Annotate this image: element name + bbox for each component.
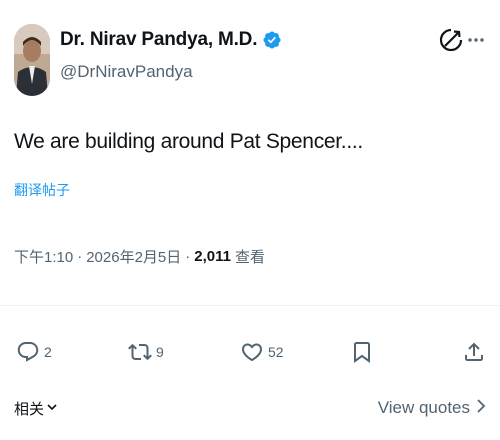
display-name[interactable]: Dr. Nirav Pandya, M.D. xyxy=(60,29,257,51)
tweet-text: We are building around Pat Spencer.... xyxy=(14,130,363,153)
chevron-down-icon xyxy=(46,400,58,417)
tweet-header: Dr. Nirav Pandya, M.D. @DrNiravPandya xyxy=(14,20,486,100)
bookmark-icon xyxy=(354,342,370,363)
reply-count: 2 xyxy=(44,344,52,360)
avatar-image xyxy=(14,24,50,96)
like-icon xyxy=(241,343,263,362)
repost-button[interactable]: 9 xyxy=(128,330,164,374)
grok-icon[interactable] xyxy=(438,27,464,53)
chevron-right-icon xyxy=(476,398,486,418)
repost-icon xyxy=(128,343,152,361)
verified-badge-icon xyxy=(262,30,282,50)
share-icon xyxy=(465,342,483,361)
related-label: 相关 xyxy=(14,401,45,418)
reply-button[interactable]: 2 xyxy=(16,330,52,374)
handle[interactable]: @DrNiravPandya xyxy=(60,62,282,82)
post-time[interactable]: 下午1:10 xyxy=(14,246,73,267)
display-name-row: Dr. Nirav Pandya, M.D. xyxy=(60,28,282,52)
divider xyxy=(0,305,500,306)
view-quotes-link[interactable]: View quotes xyxy=(378,398,486,418)
bookmark-button[interactable] xyxy=(350,330,374,374)
view-quotes-label: View quotes xyxy=(377,398,470,417)
more-options-icon[interactable] xyxy=(466,28,486,52)
meta-separator: · xyxy=(77,248,83,265)
reply-icon xyxy=(17,342,39,362)
related-dropdown[interactable]: 相关 xyxy=(14,398,58,419)
views-count[interactable]: 2,011 xyxy=(194,248,231,265)
like-count: 52 xyxy=(268,344,284,360)
share-button[interactable] xyxy=(462,330,486,374)
action-bar: 2 9 52 xyxy=(0,330,500,374)
post-meta: 下午1:10 · 2026年2月5日 · 2,011 查看 xyxy=(14,246,265,267)
translate-post-link[interactable]: 翻译帖子 xyxy=(14,180,70,200)
tweet: Dr. Nirav Pandya, M.D. @DrNiravPandya We… xyxy=(0,0,500,440)
views-label[interactable]: 查看 xyxy=(235,246,265,267)
repost-count: 9 xyxy=(156,344,164,360)
author-info: Dr. Nirav Pandya, M.D. @DrNiravPandya xyxy=(60,28,282,82)
avatar[interactable] xyxy=(14,24,50,96)
post-date[interactable]: 2026年2月5日 xyxy=(86,246,181,267)
meta-separator: · xyxy=(185,248,191,265)
like-button[interactable]: 52 xyxy=(240,330,284,374)
